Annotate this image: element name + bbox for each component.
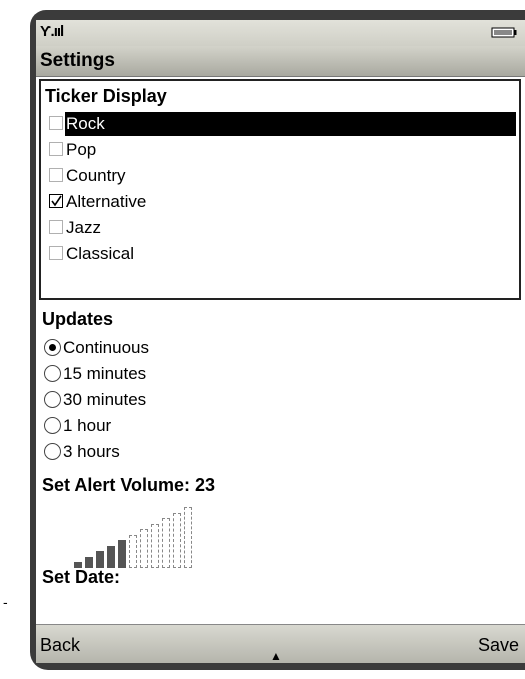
radio-label: 3 hours: [63, 442, 120, 461]
volume-gauge-bar: [184, 507, 192, 568]
updates-label: Updates: [42, 309, 114, 329]
checkbox-icon: [49, 220, 63, 234]
checkbox-label: Jazz: [66, 218, 101, 237]
title-bar: Settings: [36, 46, 525, 77]
margin-dash: -: [3, 594, 8, 610]
radio-icon: [44, 417, 61, 434]
scroll-up-indicator-icon: ▲: [270, 649, 282, 663]
volume-gauge-bar: [96, 551, 104, 568]
radio-label: Continuous: [63, 338, 150, 357]
checkbox-classical[interactable]: Classical: [43, 241, 517, 266]
checkbox-label: Alternative: [66, 192, 147, 211]
checkbox-icon: [49, 142, 63, 156]
volume-gauge-bar: [162, 518, 170, 568]
radio-30-minutes[interactable]: 30 minutes: [42, 387, 342, 413]
ticker-display-label: Ticker Display: [45, 86, 167, 106]
ticker-display-group: Ticker Display Rock Pop Country Alternat…: [39, 79, 521, 300]
softkey-bar: Back ▲ Save: [36, 624, 525, 663]
volume-gauge-bar: [129, 534, 137, 568]
radio-selected-icon: [44, 339, 61, 356]
radio-icon: [44, 365, 61, 382]
checkbox-icon: [49, 116, 63, 130]
volume-label: Set Alert Volume: 23: [42, 475, 216, 495]
checkbox-label: Pop: [66, 140, 97, 159]
checkbox-country[interactable]: Country: [43, 163, 517, 188]
radio-icon: [44, 391, 61, 408]
volume-gauge-bar: [140, 529, 148, 568]
checkbox-label: Classical: [66, 244, 135, 263]
volume-gauge-bar: [173, 512, 181, 568]
radio-icon: [44, 443, 61, 460]
volume-gauge[interactable]: [74, 498, 254, 568]
checkbox-label: Country: [66, 166, 126, 185]
radio-3-hours[interactable]: 3 hours: [42, 439, 342, 465]
checkbox-alternative[interactable]: Alternative: [43, 189, 517, 214]
checkbox-pop[interactable]: Pop: [43, 137, 517, 162]
checkbox-rock[interactable]: Rock: [43, 111, 517, 136]
phone-screen: Ƴ.ııl Settings Ticker Display Rock Pop C…: [36, 20, 525, 663]
volume-gauge-bar: [107, 545, 115, 568]
radio-label: 30 minutes: [63, 390, 147, 409]
radio-label: 15 minutes: [63, 364, 147, 383]
back-softkey[interactable]: Back: [40, 635, 80, 656]
page-title: Settings: [40, 50, 115, 71]
radio-label: 1 hour: [63, 416, 112, 435]
save-softkey[interactable]: Save: [478, 635, 519, 656]
radio-1-hour[interactable]: 1 hour: [42, 413, 342, 439]
volume-gauge-bar: [151, 523, 159, 568]
checkbox-label: Rock: [65, 112, 516, 136]
settings-form: Ticker Display Rock Pop Country Alternat…: [36, 77, 525, 624]
status-bar: Ƴ.ııl: [36, 20, 525, 46]
checkbox-jazz[interactable]: Jazz: [43, 215, 517, 240]
radio-15-minutes[interactable]: 15 minutes: [42, 361, 342, 387]
radio-continuous[interactable]: Continuous: [42, 335, 342, 361]
signal-strength-icon: Ƴ.ııl: [40, 23, 64, 40]
volume-gauge-bar: [118, 540, 126, 568]
checkbox-icon: [49, 246, 63, 260]
date-label: Set Date:: [42, 567, 121, 587]
battery-icon: [491, 27, 517, 38]
checkbox-icon: [49, 168, 63, 182]
checkmark-icon: [49, 194, 63, 208]
